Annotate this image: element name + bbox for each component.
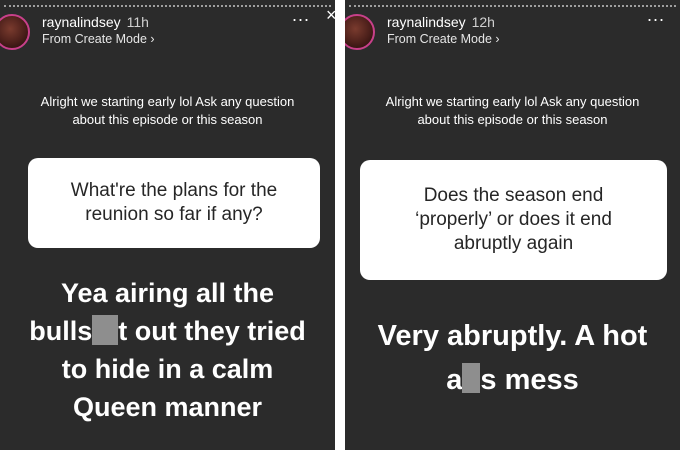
username-text: raynalindsey (387, 14, 466, 30)
story-progress-bar (349, 5, 676, 9)
answer-line: Queen manner (72, 392, 263, 422)
story-header: raynalindsey 11h From Create Mode › (0, 12, 335, 52)
story-progress-bar (4, 5, 331, 9)
answer-text: Very abruptly. A hot a s mess (345, 314, 680, 402)
answer-fragment: a (446, 364, 463, 396)
chevron-right-icon: › (495, 32, 500, 46)
story-panel-left[interactable]: raynalindsey 11h From Create Mode › ... ×… (0, 0, 335, 450)
question-card: Does the season end ‘properly’ or does i… (360, 160, 667, 280)
question-text: What're the plans for the reunion so far… (70, 180, 278, 225)
answer-line: Yea airing all the (60, 278, 275, 308)
more-options-icon[interactable]: ... (292, 6, 310, 24)
create-mode-label: From Create Mode (42, 32, 147, 46)
username[interactable]: raynalindsey 12h (387, 14, 495, 30)
question-prompt: Alright we starting early lol Ask any qu… (40, 94, 295, 127)
post-time: 12h (471, 14, 495, 30)
question-prompt: Alright we starting early lol Ask any qu… (385, 94, 640, 127)
more-options-icon[interactable]: ... (647, 6, 665, 24)
censor-block (462, 363, 481, 394)
answer-line: bulls t out they tried (0, 312, 335, 350)
profile-avatar[interactable] (0, 14, 30, 50)
post-time: 11h (126, 14, 149, 30)
create-mode-link[interactable]: From Create Mode › (387, 32, 500, 46)
answer-line: to hide in a calm (61, 354, 274, 384)
story-panel-right[interactable]: raynalindsey 12h From Create Mode › ... A… (345, 0, 680, 450)
answer-line: a s mess (345, 358, 680, 402)
close-icon[interactable]: × (326, 6, 335, 24)
profile-avatar[interactable] (345, 14, 375, 50)
create-mode-label: From Create Mode (387, 32, 492, 46)
answer-text: Yea airing all the bulls t out they tried… (0, 274, 335, 426)
answer-fragment: bulls (29, 316, 93, 346)
answer-line: Very abruptly. A hot (377, 320, 648, 352)
answer-fragment: s mess (480, 364, 579, 396)
create-mode-link[interactable]: From Create Mode › (42, 32, 155, 46)
censor-block (92, 314, 119, 345)
answer-fragment: t out they tried (118, 316, 306, 346)
question-card: What're the plans for the reunion so far… (28, 158, 320, 248)
username[interactable]: raynalindsey 11h (42, 14, 149, 30)
username-text: raynalindsey (42, 14, 121, 30)
question-text: Does the season end ‘properly’ or does i… (415, 185, 612, 254)
chevron-right-icon: › (150, 32, 155, 46)
story-header: raynalindsey 12h From Create Mode › (345, 12, 680, 52)
